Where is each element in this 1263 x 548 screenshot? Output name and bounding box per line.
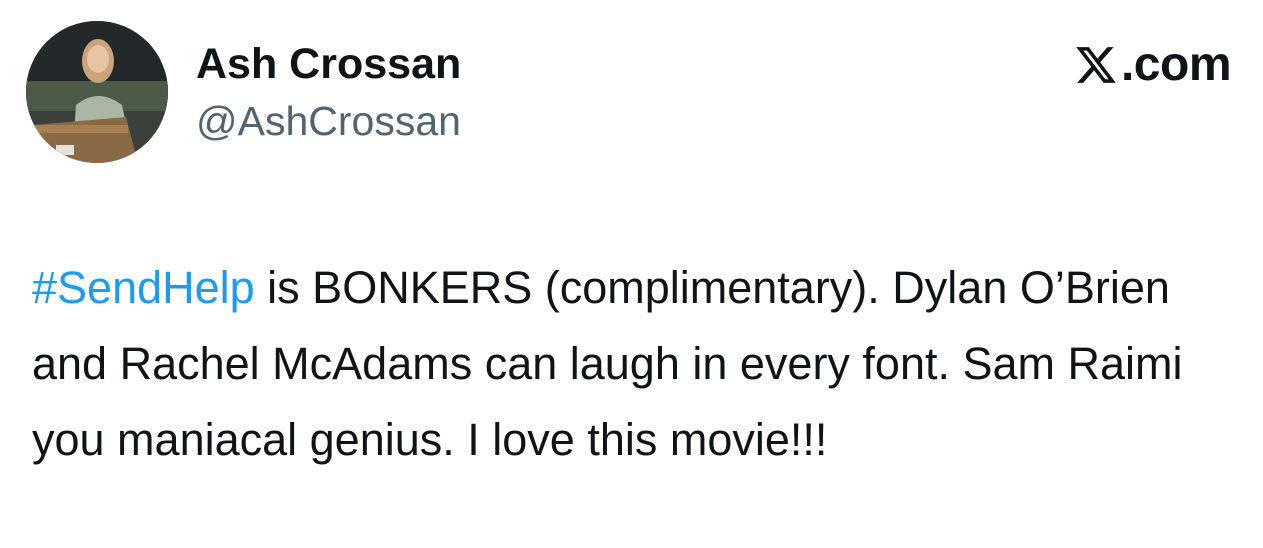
avatar-image [26,21,168,163]
tweet-text: #SendHelp is BONKERS (complimentary). Dy… [32,250,1232,478]
hashtag-link[interactable]: #SendHelp [32,262,255,313]
user-handle[interactable]: @AshCrossan [196,96,461,146]
display-name[interactable]: Ash Crossan [196,38,461,90]
brand-watermark: .com [1073,38,1232,92]
brand-label: .com [1120,38,1232,91]
avatar[interactable] [26,21,168,163]
author-block: Ash Crossan @AshCrossan [196,38,461,146]
x-logo-icon [1073,43,1119,87]
tweet-card: Ash Crossan @AshCrossan .com #SendHelp i… [0,0,1263,548]
